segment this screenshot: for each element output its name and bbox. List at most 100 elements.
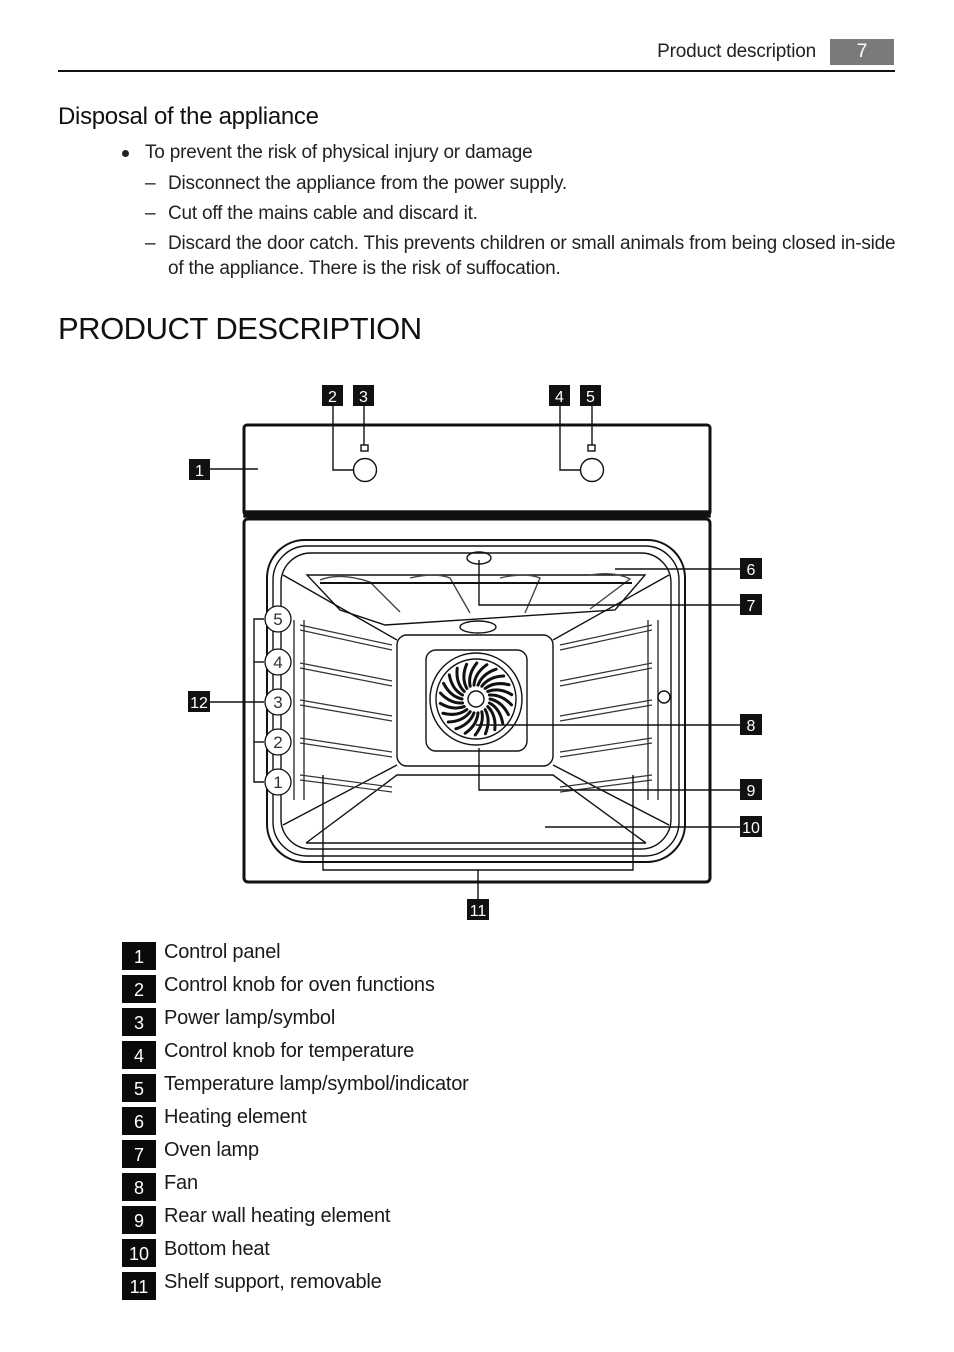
svg-text:2: 2 [273, 733, 282, 752]
bullet-icon [122, 150, 129, 157]
legend: 1 Control panel 2 Control knob for oven fu… [122, 936, 469, 1300]
svg-text:10: 10 [742, 820, 760, 837]
oven-diagram: 5 4 3 2 1 1 2 3 4 5 6 7 8 9 10 11 12 [188, 385, 762, 920]
legend-number: 2 [122, 974, 156, 1003]
temperature-knob-icon [579, 457, 605, 483]
bullet-text: To prevent the risk of physical injury o… [145, 142, 533, 163]
legend-number: 9 [122, 1205, 156, 1234]
callout-7: 7 [740, 594, 762, 615]
shelf-bracket [253, 618, 264, 783]
callout-9: 9 [740, 779, 762, 800]
dash-icon: – [145, 173, 156, 194]
power-lamp-icon [360, 444, 369, 452]
callout-4: 4 [549, 385, 570, 406]
header-rule [58, 70, 895, 72]
shelf-rail [299, 624, 393, 646]
legend-number: 6 [122, 1106, 156, 1135]
dash-item: – Discard the door catch. This prevents … [120, 231, 900, 281]
callout-10: 10 [740, 816, 762, 837]
legend-label: Bottom heat [164, 1238, 270, 1260]
perspective-line [552, 764, 670, 826]
shelf-rails-left [299, 624, 393, 793]
oven-cavity-frame-inner [272, 545, 680, 857]
shelf-rails-right [559, 624, 653, 793]
oven-cavity-frame-inner2 [280, 552, 672, 850]
perspective-line [282, 764, 398, 826]
panel-bottom-bar [243, 510, 711, 518]
shelf-level-4: 4 [264, 648, 292, 676]
legend-number: 4 [122, 1040, 156, 1069]
legend-label: Temperature lamp/symbol/indicator [164, 1073, 469, 1095]
svg-text:9: 9 [747, 783, 756, 800]
step-text: Discard the door catch. This prevents ch… [168, 233, 896, 279]
disposal-list: To prevent the risk of physical injury o… [120, 140, 900, 286]
function-knob-icon [352, 457, 378, 483]
fan-blades-icon [438, 661, 514, 737]
shelf-level-3: 3 [264, 688, 292, 716]
running-title: Product description [657, 41, 816, 62]
svg-text:1: 1 [273, 773, 282, 792]
callout-1: 1 [189, 459, 210, 480]
door-catch-icon [657, 690, 671, 704]
shelf-rail [559, 662, 653, 682]
legend-label: Fan [164, 1172, 198, 1194]
dash-icon: – [145, 203, 156, 224]
svg-text:4: 4 [555, 389, 564, 406]
legend-number: 1 [122, 941, 156, 970]
legend-number: 10 [122, 1238, 156, 1267]
fan-blade [483, 708, 490, 736]
shelf-level-2: 2 [264, 728, 292, 756]
legend-item: 1 Control panel [122, 936, 469, 970]
shelf-rail [299, 629, 393, 651]
shelf-rail [299, 662, 393, 682]
svg-text:5: 5 [273, 610, 282, 629]
shelf-level-1: 1 [264, 768, 292, 796]
svg-text:5: 5 [586, 389, 595, 406]
shelf-rail [299, 779, 393, 793]
legend-number: 8 [122, 1172, 156, 1201]
leader-line-9 [478, 748, 740, 791]
dash-item: – Cut off the mains cable and discard it… [120, 201, 900, 226]
shelf-rail [559, 629, 653, 651]
step-text: Disconnect the appliance from the power … [168, 173, 567, 194]
shelf-rail [559, 774, 653, 788]
callout-5: 5 [580, 385, 601, 406]
legend-number: 3 [122, 1007, 156, 1036]
legend-item: 11 Shelf support, removable [122, 1266, 469, 1300]
svg-text:2: 2 [328, 389, 337, 406]
section-heading-disposal: Disposal of the appliance [58, 103, 319, 130]
callout-12: 12 [188, 691, 210, 712]
svg-text:6: 6 [747, 562, 756, 579]
svg-text:3: 3 [273, 693, 282, 712]
legend-number: 7 [122, 1139, 156, 1168]
legend-item: 10 Bottom heat [122, 1233, 469, 1267]
legend-item: 2 Control knob for oven functions [122, 969, 469, 1003]
oven-cavity-frame-outer [266, 539, 686, 863]
legend-item: 4 Control knob for temperature [122, 1035, 469, 1069]
bullet-item: To prevent the risk of physical injury o… [120, 140, 900, 165]
svg-text:8: 8 [747, 718, 756, 735]
legend-label: Shelf support, removable [164, 1271, 382, 1293]
legend-label: Oven lamp [164, 1139, 259, 1161]
legend-number: 11 [122, 1271, 156, 1300]
legend-number: 5 [122, 1073, 156, 1102]
legend-item: 3 Power lamp/symbol [122, 1002, 469, 1036]
lamp-mount-icon [459, 620, 497, 634]
fan-blade [441, 708, 469, 716]
shelf-levels: 5 4 3 2 1 [264, 605, 292, 796]
callout-6: 6 [740, 558, 762, 579]
shelf-rail [559, 667, 653, 687]
legend-item: 7 Oven lamp [122, 1134, 469, 1168]
legend-item: 8 Fan [122, 1167, 469, 1201]
legend-item: 9 Rear wall heating element [122, 1200, 469, 1234]
step-text: Cut off the mains cable and discard it. [168, 203, 478, 224]
legend-label: Rear wall heating element [164, 1205, 391, 1227]
dash-item: – Disconnect the appliance from the powe… [120, 171, 900, 196]
heating-element-icon [319, 572, 632, 614]
shelf-level-5: 5 [264, 605, 292, 633]
legend-item: 5 Temperature lamp/symbol/indicator [122, 1068, 469, 1102]
running-header: Product description 7 [657, 38, 894, 66]
callout-8: 8 [740, 714, 762, 735]
callout-2: 2 [322, 385, 343, 406]
shelf-rail [299, 667, 393, 687]
